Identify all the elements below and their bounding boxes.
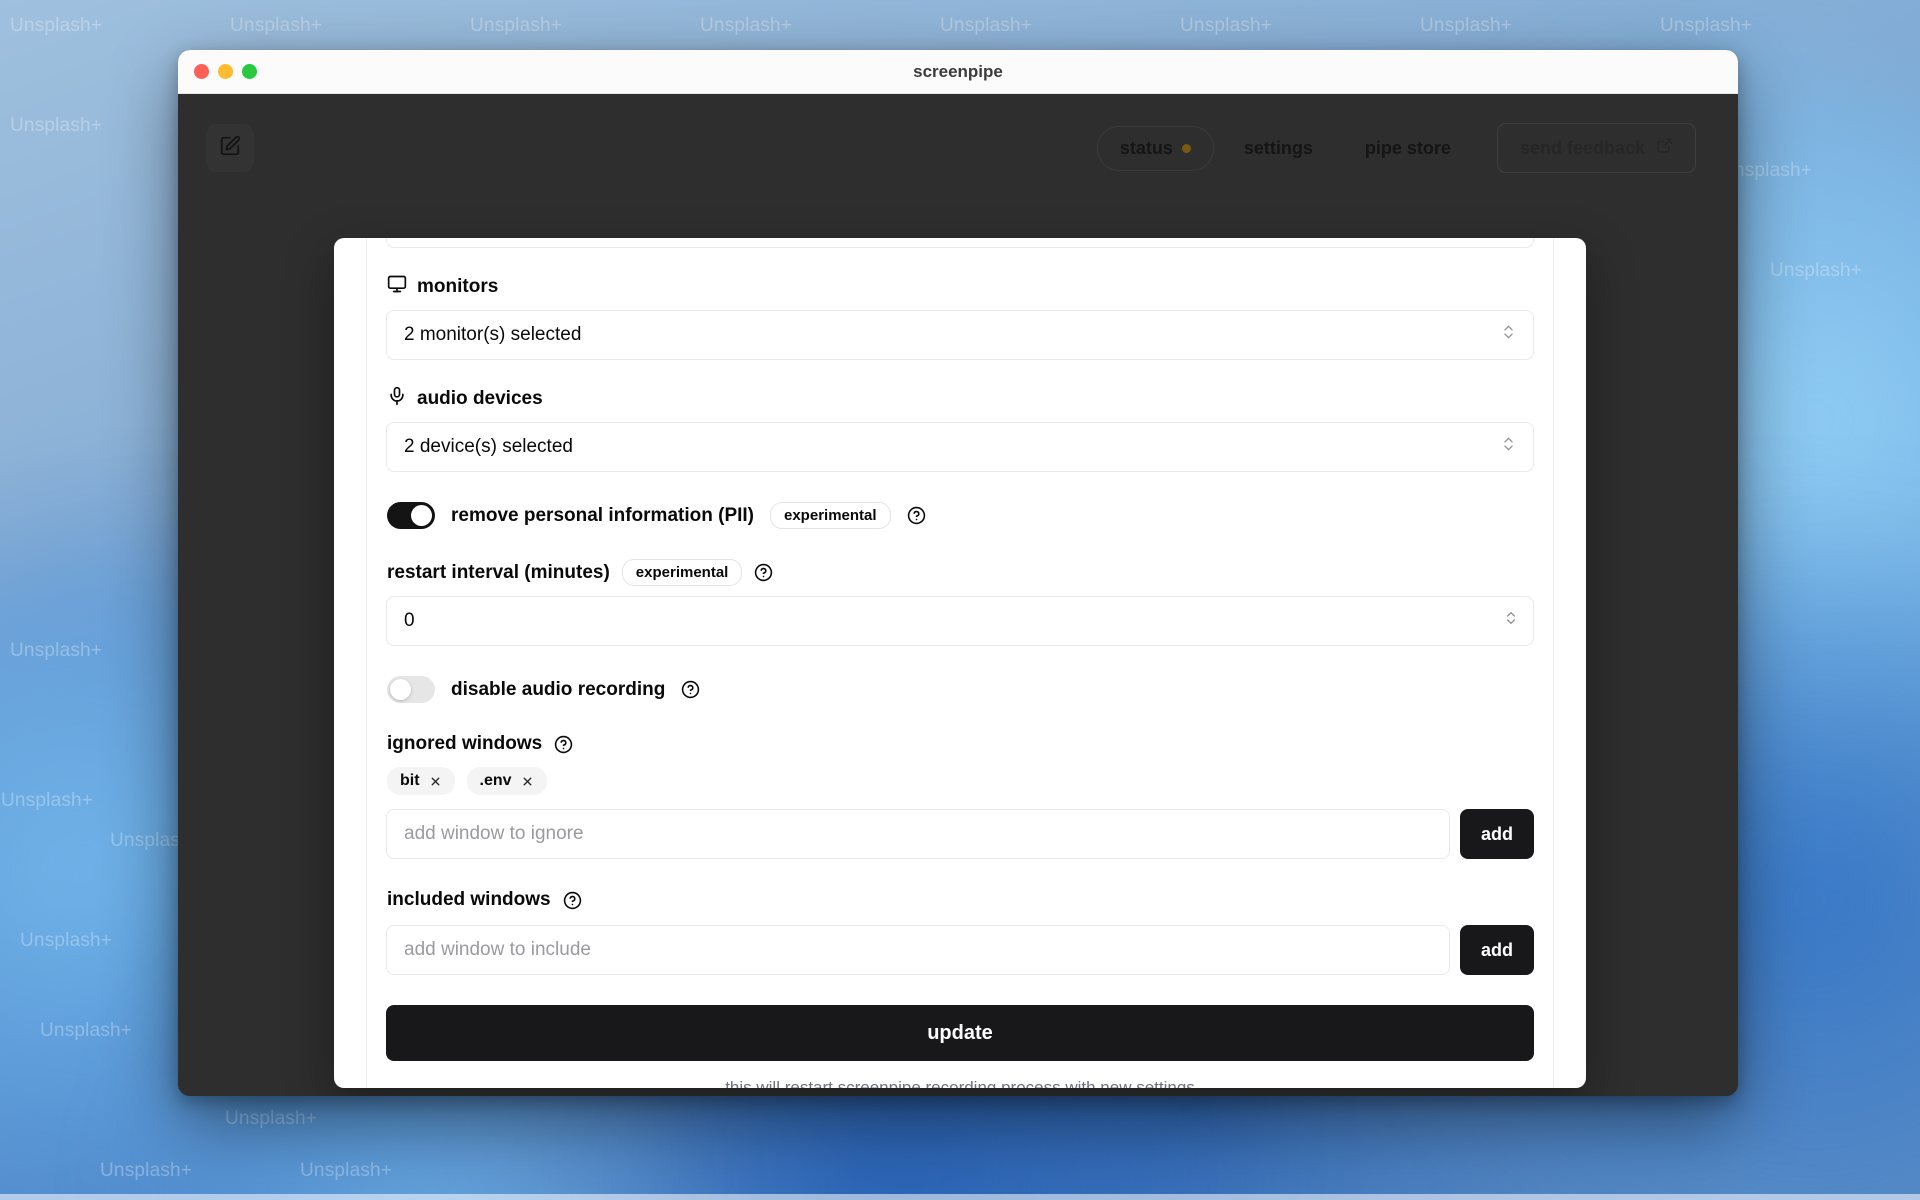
square-pen-icon (219, 135, 241, 162)
window-title: screenpipe (913, 61, 1003, 81)
app-window: screenpipe status settings pipe store se… (178, 50, 1738, 1096)
nav-item-label: pipe store (1364, 137, 1451, 158)
send-feedback-label: send feedback (1519, 137, 1645, 158)
chevrons-up-down-icon (1500, 436, 1517, 459)
nav-item-settings[interactable]: settings (1222, 127, 1335, 170)
restart-interval-label: restart interval (minutes) (387, 561, 610, 583)
minimize-button[interactable] (218, 64, 233, 79)
included-windows-add-button[interactable]: add (1460, 925, 1534, 975)
settings-dialog: monitors 2 monitor(s) selected audio dev… (334, 238, 1586, 1088)
remove-pii-label: remove personal information (PII) (451, 504, 754, 526)
update-note: this will restart screenpipe recording p… (725, 1078, 1195, 1088)
nav-item-label: status (1119, 137, 1173, 158)
nav-items: status settings pipe store send feedback (1096, 123, 1696, 173)
desktop-background: Unsplash+ Unsplash+ Unsplash+ Unsplash+ Unsp… (0, 0, 1920, 1200)
wallpaper-watermark: Unsplash+ (100, 1160, 193, 1181)
audio-devices-label: audio devices (387, 386, 1534, 412)
wallpaper-watermark: Unsplash+ (1660, 15, 1753, 36)
wallpaper-watermark: Unsplash+ (20, 930, 113, 951)
wallpaper-watermark: Unsplash+ (1180, 15, 1273, 36)
wallpaper-watermark: Unsplash+ (470, 15, 563, 36)
wallpaper-watermark: Unsplash+ (1420, 15, 1513, 36)
disable-audio-recording-toggle[interactable] (387, 676, 435, 703)
audio-devices-select-value: 2 device(s) selected (404, 436, 573, 457)
circle-question-icon[interactable] (554, 735, 573, 754)
window-titlebar: screenpipe (178, 50, 1738, 94)
wallpaper-watermark: Unsplash+ (225, 1108, 318, 1129)
circle-question-icon[interactable] (907, 506, 926, 525)
ignored-windows-input-row: add (386, 809, 1534, 859)
toggle-knob (411, 505, 432, 526)
dialog-scroll-area[interactable]: monitors 2 monitor(s) selected audio dev… (367, 238, 1553, 1088)
monitors-select[interactable]: 2 monitor(s) selected (386, 310, 1534, 360)
chevrons-up-down-icon[interactable] (1503, 609, 1519, 633)
remove-pii-badge: experimental (770, 502, 891, 529)
wallpaper-watermark: Unsplash+ (940, 15, 1033, 36)
audio-devices-select[interactable]: 2 device(s) selected (386, 422, 1534, 472)
dialog-content: monitors 2 monitor(s) selected audio dev… (386, 238, 1534, 1088)
circle-question-icon[interactable] (563, 891, 582, 910)
dialog-right-gutter (1553, 238, 1586, 1088)
monitors-label-text: monitors (417, 276, 499, 297)
wallpaper-watermark: Unsplash+ (300, 1160, 393, 1181)
wallpaper-watermark: Unsplash+ (230, 15, 323, 36)
nav-item-status[interactable]: status (1096, 125, 1214, 171)
restart-interval-badge: experimental (621, 559, 743, 586)
list-item: bit (387, 767, 455, 795)
nav-item-label: settings (1243, 137, 1313, 158)
close-button[interactable] (194, 64, 209, 79)
disable-audio-recording-row: disable audio recording (387, 676, 1534, 703)
wallpaper-watermark: Unsplash+ (10, 640, 103, 661)
external-link-icon (1656, 137, 1673, 159)
included-windows-label-row: included windows (387, 889, 1534, 911)
dialog-left-gutter (334, 238, 367, 1088)
circle-question-icon[interactable] (754, 563, 773, 582)
restart-interval-label-row: restart interval (minutes) experimental (387, 559, 1534, 586)
mic-icon (387, 386, 407, 412)
maximize-button[interactable] (242, 64, 257, 79)
ignored-windows-input[interactable] (386, 809, 1450, 859)
traffic-lights (178, 64, 257, 79)
taskbar-strip (0, 1194, 1920, 1200)
x-icon[interactable] (521, 775, 534, 788)
app-body: status settings pipe store send feedback (178, 94, 1738, 1096)
remove-pii-row: remove personal information (PII) experi… (387, 502, 1534, 529)
monitor-icon (387, 274, 407, 300)
included-windows-input[interactable] (386, 925, 1450, 975)
ignored-windows-add-button[interactable]: add (1460, 809, 1534, 859)
monitors-label: monitors (387, 274, 1534, 300)
wallpaper-watermark: Unsplash+ (10, 115, 103, 136)
included-windows-input-row: add (386, 925, 1534, 975)
monitors-select-value: 2 monitor(s) selected (404, 324, 582, 345)
circle-question-icon[interactable] (681, 680, 700, 699)
toggle-knob (390, 679, 411, 700)
wallpaper-watermark: Unsplash+ (1770, 260, 1863, 281)
ignored-windows-label: ignored windows (387, 733, 543, 754)
square-pen-icon-button[interactable] (206, 124, 254, 172)
clipped-field-above[interactable] (386, 238, 1534, 248)
send-feedback-button[interactable]: send feedback (1496, 123, 1696, 173)
update-button[interactable]: update (386, 1005, 1534, 1061)
disable-audio-recording-label: disable audio recording (451, 678, 666, 700)
chip-label: bit (400, 772, 420, 789)
restart-interval-value: 0 (404, 610, 415, 631)
status-dot-icon (1181, 143, 1191, 153)
wallpaper-watermark: Unsplash+ (40, 1020, 133, 1041)
nav-item-pipe-store[interactable]: pipe store (1343, 127, 1473, 170)
wallpaper-watermark: Unsplash+ (10, 15, 103, 36)
audio-devices-label-text: audio devices (417, 388, 543, 409)
restart-interval-input[interactable]: 0 (386, 596, 1534, 646)
top-navigation: status settings pipe store send feedback (178, 94, 1738, 202)
chevrons-up-down-icon (1500, 324, 1517, 347)
remove-pii-toggle[interactable] (387, 502, 435, 529)
ignored-windows-chips: bit .env (387, 767, 1534, 795)
ignored-windows-label-row: ignored windows (387, 733, 1534, 755)
list-item: .env (466, 767, 547, 795)
x-icon[interactable] (429, 775, 442, 788)
included-windows-label: included windows (387, 889, 551, 910)
wallpaper-watermark: Unsplash+ (1, 790, 94, 811)
chip-label: .env (479, 772, 512, 789)
wallpaper-watermark: Unsplash+ (700, 15, 793, 36)
